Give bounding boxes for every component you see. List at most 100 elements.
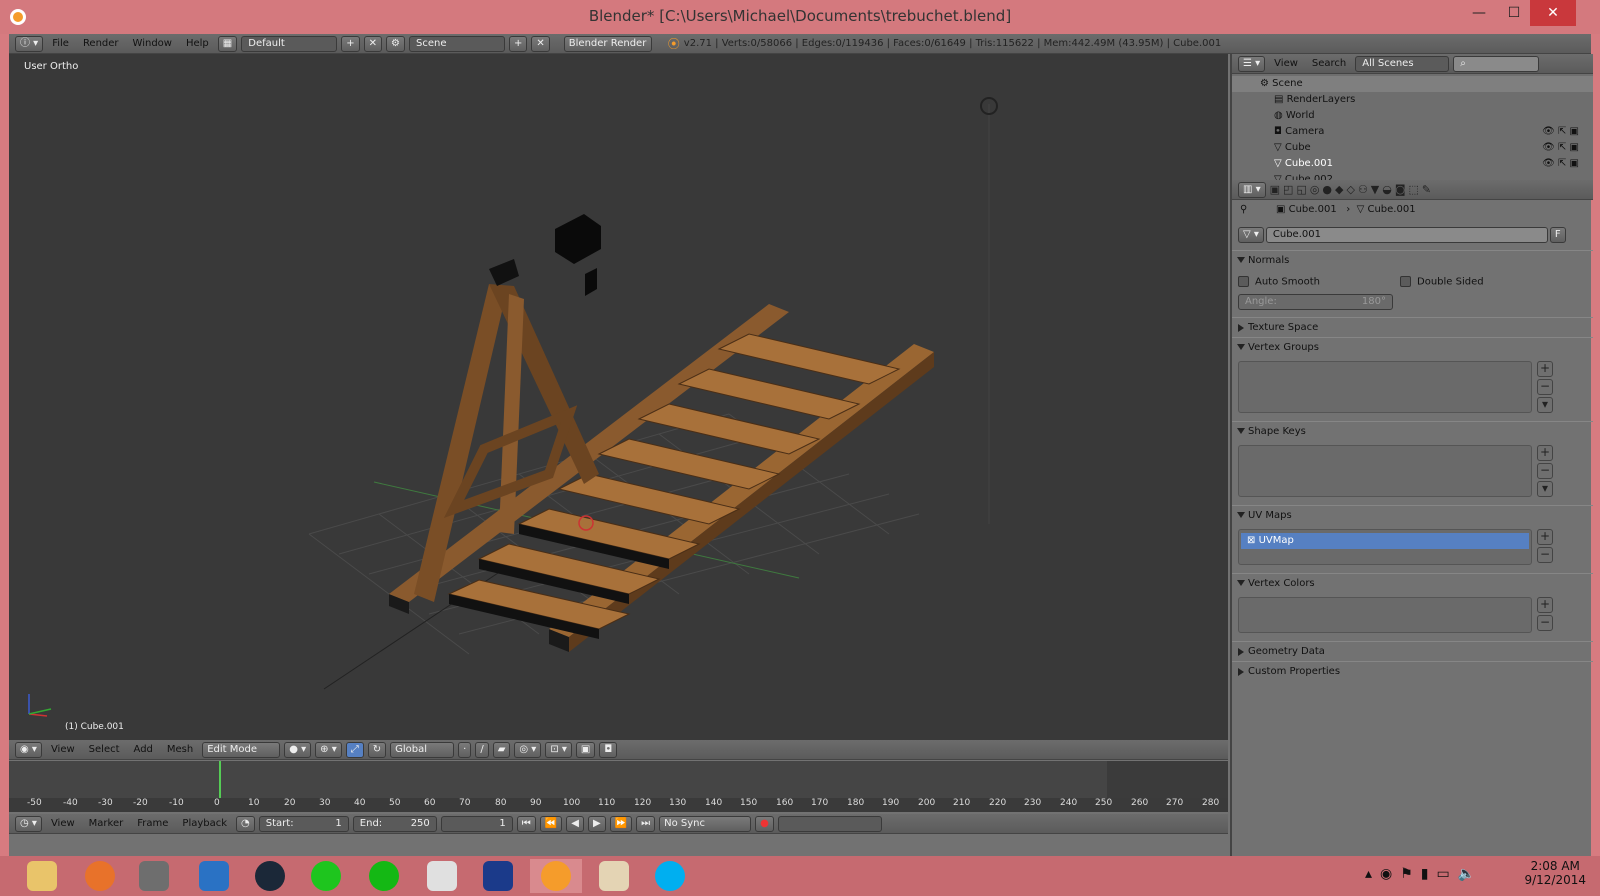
timeline-editor-type-button[interactable]: ◷ ▾ [15,815,42,832]
visual-studio-icon[interactable] [472,859,524,893]
remove-layout-button[interactable]: ✕ [363,35,383,52]
vertex-colors-header[interactable]: Vertex Colors [1232,573,1593,593]
viewport-menu-select[interactable]: Select [84,744,125,755]
outliner-menu-view[interactable]: View [1269,58,1303,69]
vertex-groups-list[interactable] [1238,361,1532,413]
shape-key-menu-icon[interactable]: ▾ [1537,481,1553,497]
3d-viewport[interactable]: User Ortho (1) Cube.001 [9,54,1228,740]
firefox-icon[interactable] [74,859,126,893]
timeline-menu-playback[interactable]: Playback [177,818,232,829]
paint-icon[interactable] [588,859,640,893]
shading-select-icon[interactable]: ● ▾ [284,741,312,758]
next-keyframe-icon[interactable]: ⏩ [609,815,633,832]
timeline-menu-frame[interactable]: Frame [132,818,173,829]
add-vertex-group-button[interactable]: + [1537,361,1553,377]
current-frame-field[interactable]: 1 [440,815,513,832]
maximize-button[interactable]: ☐ [1497,0,1531,26]
close-button[interactable]: ✕ [1530,0,1576,26]
edge-select-icon[interactable]: / [475,741,489,758]
gimp-icon[interactable] [128,859,180,893]
end-frame-field[interactable]: End: 250 [352,815,437,832]
outliner-item-camera[interactable]: ◘ Camera 👁 ⇱ ▣ [1232,124,1593,140]
pen-tool-icon[interactable] [188,859,240,893]
skype-icon[interactable] [644,859,696,893]
spreadsheet-icon[interactable] [416,859,468,893]
play-reverse-icon[interactable]: ◀ [566,815,584,832]
cloud-sync-icon[interactable] [358,859,410,893]
remove-shape-key-button[interactable]: − [1537,463,1553,479]
outliner-item-cube[interactable]: ▽ Cube 👁 ⇱ ▣ [1232,140,1593,156]
screen-layout-icon[interactable]: ▦ [217,35,238,52]
uv-map-item[interactable]: ⊠ UVMap [1241,533,1529,549]
timeline-menu-view[interactable]: View [46,818,80,829]
start-frame-field[interactable]: Start: 1 [258,815,349,832]
add-uv-map-button[interactable]: + [1537,529,1553,545]
viewport-menu-view[interactable]: View [46,744,80,755]
remove-uv-map-button[interactable]: − [1537,547,1553,563]
render-engine-select[interactable]: Blender Render [563,35,652,52]
viewport-menu-add[interactable]: Add [129,744,158,755]
outliner-tree[interactable]: ⚙ Scene ▤ RenderLayers ◍ World ◘ Camera 👁… [1232,74,1593,185]
blender-taskbar-icon[interactable] [530,859,582,893]
pin-icon[interactable]: ⚲ [1240,204,1251,215]
vertex-groups-header[interactable]: Vertex Groups [1232,337,1593,357]
preview-range-icon[interactable]: ◔ [236,815,255,832]
proportional-edit-icon[interactable]: ◎ ▾ [514,741,542,758]
keying-set-field[interactable] [777,815,882,832]
mesh-browse-button[interactable]: ▽ ▾ [1238,227,1264,243]
render-preview-icon[interactable]: ▣ [575,741,596,758]
current-frame-indicator[interactable] [219,761,221,799]
menu-window[interactable]: Window [128,38,177,49]
layout-field[interactable]: Default [241,35,338,52]
mode-select[interactable]: Edit Mode [202,741,281,758]
manipulator-toggle-icon[interactable]: ⤢ [345,741,364,758]
visibility-eye-icon[interactable]: 👁 ⇱ ▣ [1542,140,1579,156]
vertex-select-icon[interactable]: · [458,741,472,758]
auto-smooth-checkbox[interactable]: Auto Smooth [1238,276,1320,288]
properties-editor-type-button[interactable]: ▥ ▾ [1238,181,1266,198]
outliner-editor-type-button[interactable]: ☰ ▾ [1238,55,1266,72]
add-vertex-color-button[interactable]: + [1537,597,1553,613]
outliner-item-scene[interactable]: ⚙ Scene [1232,76,1593,92]
outliner-item-renderlayers[interactable]: ▤ RenderLayers [1232,92,1593,108]
custom-properties-header[interactable]: Custom Properties [1232,661,1593,681]
viewport-menu-mesh[interactable]: Mesh [162,744,198,755]
mesh-name-field[interactable]: Cube.001 [1265,227,1548,243]
play-icon[interactable]: ▶ [587,815,606,832]
shape-keys-list[interactable] [1238,445,1532,497]
transform-orientation-select[interactable]: Global [390,741,455,758]
remove-scene-button[interactable]: ✕ [531,35,550,52]
texture-space-header[interactable]: Texture Space [1232,317,1593,337]
record-icon[interactable]: ● [755,815,774,832]
angle-field[interactable]: Angle: 180° [1238,294,1393,310]
double-sided-checkbox[interactable]: Double Sided [1400,276,1484,288]
system-tray-icons[interactable]: ▴◉⚑▮▭🔈 [1365,866,1483,882]
timeline-ruler[interactable]: -50 -40 -30 -20 -10 0 10 20 30 40 50 60 … [9,798,1228,812]
normals-header[interactable]: Normals [1232,250,1593,270]
menu-render[interactable]: Render [78,38,124,49]
sync-select[interactable]: No Sync [659,815,752,832]
outliner-item-world[interactable]: ◍ World [1232,108,1593,124]
outliner-menu-search[interactable]: Search [1307,58,1351,69]
scene-field[interactable]: Scene [409,35,505,52]
shape-keys-header[interactable]: Shape Keys [1232,421,1593,441]
vertex-group-menu-icon[interactable]: ▾ [1537,397,1553,413]
clock[interactable]: 2:08 AM 9/12/2014 [1524,859,1586,887]
vertex-colors-list[interactable] [1238,597,1532,633]
visibility-eye-icon[interactable]: 👁 ⇱ ▣ [1542,156,1579,172]
razer-icon[interactable] [300,859,352,893]
remove-vertex-color-button[interactable]: − [1537,615,1553,631]
pivot-select-icon[interactable]: ⊕ ▾ [315,741,342,758]
prev-keyframe-icon[interactable]: ⏪ [539,815,563,832]
outliner-search-input[interactable]: ⌕ [1453,55,1540,72]
viewport-editor-type-button[interactable]: ◉ ▾ [15,741,42,758]
steam-icon[interactable] [244,859,296,893]
remove-vertex-group-button[interactable]: − [1537,379,1553,395]
snap-icon[interactable]: ⊡ ▾ [545,741,572,758]
file-explorer-icon[interactable] [16,859,68,893]
uv-maps-header[interactable]: UV Maps [1232,505,1593,525]
face-select-icon[interactable]: ▰ [492,741,511,758]
display-mode-select[interactable]: All Scenes [1355,55,1450,72]
uv-maps-list[interactable]: ⊠ UVMap [1238,529,1532,565]
rotate-manipulator-icon[interactable]: ↻ [367,741,387,758]
